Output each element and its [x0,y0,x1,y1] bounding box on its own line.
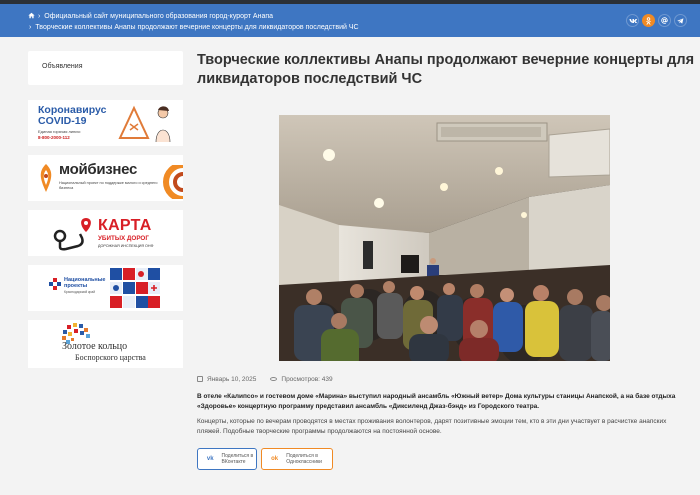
sidebar-item-label: Объявления [42,63,83,70]
sidebar-item-announcements[interactable]: Объявления [28,51,183,85]
covid-hotline-label: Единая горячая линия: [38,129,81,134]
natsproekty-collage-icon [110,268,160,308]
vk-icon[interactable] [626,14,639,27]
home-icon[interactable] [28,12,35,19]
karta-caption: ДОРОЖНАЯ ИНСПЕКЦИЯ ОНФ [98,244,154,248]
header-breadcrumb-bar: › Официальный сайт муниципального образов… [0,4,700,37]
moybiznes-subtitle: Национальный проект по поддержке малого … [59,181,158,190]
moybiznes-decor-icon [163,165,183,199]
share-vk-label: Поделиться в ВКонтакте [221,453,254,465]
chevron-right-icon: › [29,24,32,31]
share-buttons: vk Поделиться в ВКонтакте ok Поделиться … [197,448,333,470]
page-title: Творческие коллективы Анапы продолжают в… [197,52,695,87]
mail-icon[interactable] [658,14,671,27]
article: Творческие коллективы Анапы продолжают в… [197,51,697,470]
breadcrumb-current-label: Творческие коллективы Анапы продолжают в… [35,24,359,31]
chevron-right-icon: › [37,13,41,20]
zolotoe-koltso-banner[interactable]: Золотое кольцо Боспорского царства [28,320,183,368]
breadcrumb-home-link[interactable]: Официальный сайт муниципального образова… [44,13,273,20]
eye-icon [270,377,278,381]
natsproekty-logo-icon [49,278,61,290]
share-vk-button[interactable]: vk Поделиться в ВКонтакте [197,448,257,470]
breadcrumb-current: › Творческие коллективы Анапы продолжают … [28,23,359,33]
karta-banner[interactable]: КАРТА УБИТЫХ ДОРОГ ДОРОЖНАЯ ИНСПЕКЦИЯ ОН… [28,210,183,256]
article-views-text: Просмотров: 439 [281,376,333,383]
article-date-text: Январь 10, 2025 [207,376,257,383]
article-body: Концерты, которые по вечерам проводятся … [197,418,667,435]
moybiznes-banner[interactable]: мойбизнес Национальный проект по поддерж… [28,155,183,201]
moybiznes-brand: мойбизнес [59,161,138,178]
share-ok-label: Поделиться в Одноклассники [286,453,322,465]
natsproekty-line3: Краснодарский край [64,290,96,294]
article-date: Январь 10, 2025 [197,376,256,383]
natsproekty-line2: проекты [64,283,88,289]
karta-title: КАРТА [98,217,152,234]
natsproekty-banner[interactable]: Национальные проекты Краснодарский край [28,265,183,311]
covid-illustration-icon [118,105,171,143]
moybiznes-logo-icon [40,164,52,192]
telegram-icon[interactable] [674,14,687,27]
article-photo [279,115,610,361]
sidebar: Объявления Коронавирус COVID-19 Единая г… [28,51,183,368]
article-meta: Январь 10, 2025 Просмотров: 439 [197,376,333,383]
karta-subtitle: УБИТЫХ ДОРОГ [98,235,149,242]
odnoklassniki-icon: ok [271,456,279,462]
vk-icon: vk [206,456,214,462]
breadcrumb-home[interactable]: › Официальный сайт муниципального образов… [28,12,273,22]
covid-hotline-number: 8-800-2000-112 [38,135,70,140]
road-map-pin-icon [53,218,91,251]
zolotoe-line2: Боспорского царства [75,353,146,362]
concert-photo-image [279,115,610,361]
article-lead: В отеле «Калипсо» и гостевом доме «Марин… [197,393,676,410]
covid-banner[interactable]: Коронавирус COVID-19 Единая горячая лини… [28,100,183,146]
odnoklassniki-icon[interactable] [642,14,655,27]
covid-title-line2: COVID-19 [38,115,87,127]
zolotoe-line1: Золотое кольцо [62,341,128,352]
article-views: Просмотров: 439 [270,376,333,383]
header-social-links [626,14,687,27]
calendar-icon [197,376,203,382]
share-ok-button[interactable]: ok Поделиться в Одноклассники [261,448,333,470]
